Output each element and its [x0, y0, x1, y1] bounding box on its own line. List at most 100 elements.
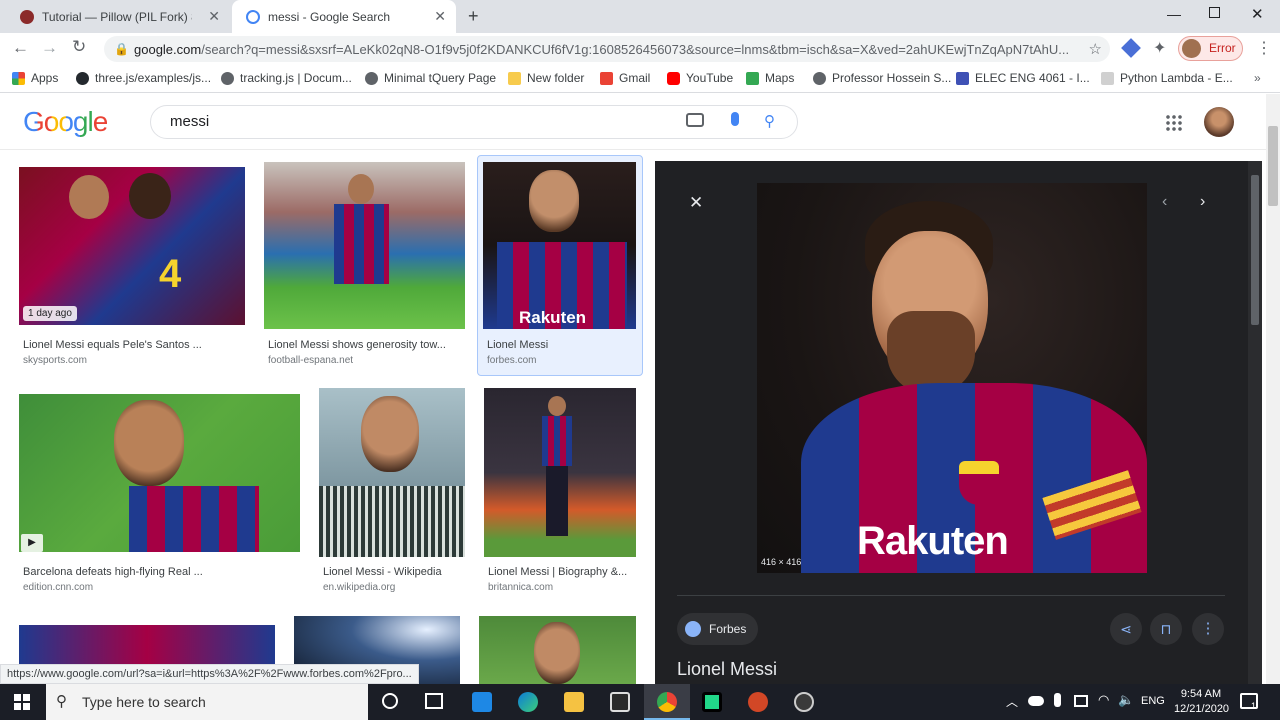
result-source[interactable]: forbes.com	[487, 355, 536, 366]
bookmark-elec-eng[interactable]: ELEC ENG 4061 - I...	[956, 71, 1090, 85]
taskbar-search-box[interactable]: ⚲ Type here to search	[46, 684, 368, 720]
tab-google-search[interactable]: messi - Google Search ✕	[232, 0, 456, 33]
clock[interactable]: 9:54 AM 12/21/2020	[1174, 687, 1229, 717]
google-logo[interactable]: Google	[23, 106, 108, 138]
bookmark-python-lambda[interactable]: Python Lambda - E...	[1101, 71, 1233, 85]
task-view-icon[interactable]	[425, 693, 443, 709]
tab-pillow[interactable]: Tutorial — Pillow (PIL Fork) 8.0.1 ✕	[6, 0, 230, 33]
player-jersey	[319, 486, 465, 557]
source-chip[interactable]: Forbes	[677, 613, 759, 645]
result-source[interactable]: edition.cnn.com	[23, 582, 93, 593]
preview-image[interactable]: Rakuten 416 × 416	[757, 183, 1147, 573]
mail-icon[interactable]	[472, 692, 492, 712]
time-badge: 1 day ago	[23, 306, 77, 321]
bookmark-apps[interactable]: Apps	[12, 71, 58, 85]
bookmark-threejs[interactable]: three.js/examples/js...	[76, 71, 211, 85]
result-image-9[interactable]	[479, 616, 636, 684]
previous-image-icon[interactable]: ‹	[1162, 193, 1167, 211]
pillow-favicon-icon	[20, 9, 34, 24]
minimize-icon[interactable]: —	[1167, 6, 1181, 22]
clock-time: 9:54 AM	[1180, 688, 1222, 700]
battery-icon[interactable]	[1074, 695, 1088, 707]
pycharm-icon[interactable]	[702, 692, 722, 712]
result-source[interactable]: britannica.com	[488, 582, 553, 593]
result-caption[interactable]: Barcelona defeats high-flying Real ...	[23, 566, 203, 578]
bookmark-youtube[interactable]: YouTube	[667, 71, 733, 85]
result-image-1[interactable]: 4 1 day ago	[19, 167, 245, 325]
windows-start-icon[interactable]	[14, 694, 30, 710]
camera-icon[interactable]	[686, 113, 704, 127]
result-image-3[interactable]: Rakuten	[483, 162, 636, 329]
result-image-4[interactable]: ▶	[19, 394, 300, 552]
edge-icon[interactable]	[518, 692, 538, 712]
forward-icon[interactable]: →	[41, 38, 58, 58]
profile-status: Error	[1209, 41, 1236, 55]
search-icon[interactable]: ⚲	[764, 106, 775, 138]
account-avatar[interactable]	[1204, 107, 1234, 137]
window-close-icon[interactable]: ✕	[1251, 5, 1264, 23]
next-image-icon[interactable]: ›	[1200, 193, 1205, 211]
search-input[interactable]: messi ⚲	[150, 105, 798, 139]
result-source[interactable]: football-espana.net	[268, 355, 353, 366]
chrome-taskbar-button[interactable]	[644, 684, 690, 720]
bookmark-label: Python Lambda - E...	[1120, 71, 1233, 85]
player-head	[114, 400, 184, 486]
language-indicator[interactable]: ENG	[1141, 695, 1165, 707]
powerpoint-icon[interactable]	[748, 692, 768, 712]
panel-scrollbar[interactable]	[1248, 161, 1262, 684]
bookmark-star-icon[interactable]: ☆	[1088, 40, 1102, 58]
new-tab-icon[interactable]: +	[468, 6, 479, 27]
result-caption[interactable]: Lionel Messi equals Pele's Santos ...	[23, 339, 202, 351]
close-preview-icon[interactable]: ✕	[689, 193, 703, 213]
result-image-2[interactable]	[264, 162, 465, 329]
result-caption[interactable]: Lionel Messi	[487, 339, 548, 351]
file-explorer-icon[interactable]	[564, 692, 584, 712]
scrollbar-thumb[interactable]	[1251, 175, 1259, 325]
preview-title[interactable]: Lionel Messi	[677, 659, 777, 680]
obs-icon[interactable]	[794, 692, 814, 712]
bookmark-new-folder[interactable]: New folder	[508, 71, 584, 85]
result-source[interactable]: skysports.com	[23, 355, 87, 366]
result-caption[interactable]: Lionel Messi shows generosity tow...	[268, 339, 446, 351]
volume-icon[interactable]: 🔈	[1118, 692, 1134, 708]
bookmark-icon[interactable]: ⊓	[1150, 613, 1182, 645]
microphone-icon[interactable]	[1054, 693, 1061, 707]
bookmark-professor[interactable]: Professor Hossein S...	[813, 71, 951, 85]
menu-icon[interactable]: ⋮	[1256, 38, 1272, 58]
page-scrollbar[interactable]	[1266, 94, 1280, 684]
close-tab-icon[interactable]: ✕	[434, 8, 446, 25]
puzzle-icon[interactable]: ✦	[1153, 38, 1166, 58]
reload-icon[interactable]: ↻	[72, 37, 86, 57]
bookmark-tquery[interactable]: Minimal tQuery Page	[365, 71, 496, 85]
close-tab-icon[interactable]: ✕	[208, 8, 220, 25]
extension-icon[interactable]	[1121, 38, 1141, 58]
result-image-6[interactable]	[484, 388, 636, 557]
back-icon[interactable]: ←	[12, 38, 29, 58]
result-caption[interactable]: Lionel Messi | Biography &...	[488, 566, 627, 578]
notification-center-icon[interactable]: 1	[1240, 693, 1258, 711]
bookmark-tracking[interactable]: tracking.js | Docum...	[221, 71, 352, 85]
profile-error-button[interactable]: Error	[1178, 36, 1243, 61]
wifi-icon[interactable]: ◠	[1098, 692, 1109, 708]
show-hidden-icons[interactable]: ︿	[1006, 693, 1018, 710]
scrollbar-thumb[interactable]	[1268, 126, 1278, 206]
bookmark-gmail[interactable]: Gmail	[600, 71, 650, 85]
globe-icon	[685, 621, 701, 637]
barca-crest-icon	[959, 461, 999, 505]
bookmark-maps[interactable]: Maps	[746, 71, 794, 85]
microphone-icon[interactable]	[731, 112, 739, 126]
taskbar-search-placeholder: Type here to search	[82, 694, 206, 710]
more-bookmarks-icon[interactable]: »	[1254, 71, 1261, 85]
google-apps-icon[interactable]	[1165, 114, 1182, 131]
store-icon[interactable]	[610, 692, 630, 712]
maximize-icon[interactable]	[1209, 7, 1220, 18]
result-source[interactable]: en.wikipedia.org	[323, 582, 395, 593]
result-caption[interactable]: Lionel Messi - Wikipedia	[323, 566, 442, 578]
share-icon[interactable]: ⋖	[1110, 613, 1142, 645]
result-image-5[interactable]	[319, 388, 465, 557]
more-options-icon[interactable]: ⋮	[1192, 613, 1224, 645]
address-bar[interactable]: 🔒 google.com/search?q=messi&sxsrf=ALeKk0…	[104, 36, 1110, 62]
jersey-sponsor: Rakuten	[857, 519, 1009, 563]
onedrive-icon[interactable]	[1028, 696, 1044, 706]
cortana-icon[interactable]	[382, 693, 398, 709]
